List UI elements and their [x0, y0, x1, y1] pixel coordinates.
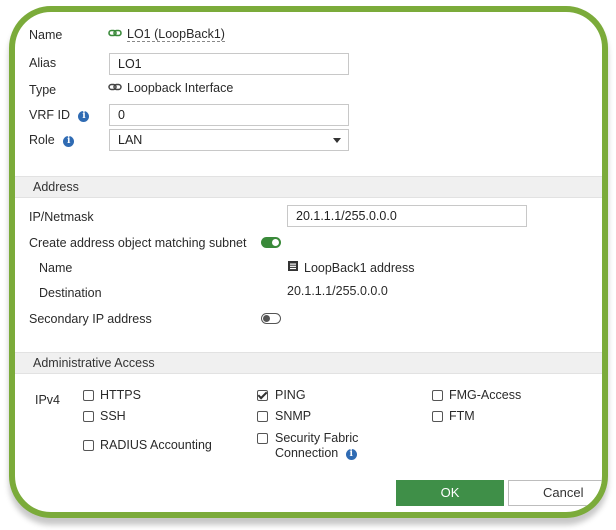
address-object-name-label: Name	[39, 261, 73, 275]
role-select[interactable]: LAN	[109, 129, 349, 151]
snmp-label: SNMP	[275, 409, 312, 423]
ok-button[interactable]: OK	[396, 480, 504, 506]
dialog-frame: Name LO1 (LoopBack1) Alias LO1 Type Loop…	[9, 6, 608, 518]
destination-label: Destination	[39, 286, 102, 300]
ip-netmask-input[interactable]: 20.1.1.1/255.0.0.0	[287, 205, 527, 227]
secondary-ip-toggle[interactable]	[261, 313, 281, 324]
info-icon[interactable]: i	[345, 449, 357, 460]
ipv4-label: IPv4	[35, 393, 61, 407]
dropdown-arrow-icon	[333, 138, 341, 143]
ping-label: PING	[275, 388, 306, 402]
type-value: Loopback Interface	[127, 81, 234, 95]
ping-checkbox[interactable]	[257, 390, 268, 401]
ssh-checkbox[interactable]	[83, 411, 94, 422]
info-icon[interactable]: i	[78, 111, 90, 122]
radius-accounting-label: RADIUS Accounting	[100, 438, 212, 452]
info-icon[interactable]: i	[63, 136, 75, 147]
destination-value: 20.1.1.1/255.0.0.0	[287, 284, 388, 298]
security-fabric-checkbox[interactable]	[257, 433, 268, 444]
security-fabric-label: Security Fabric	[275, 431, 359, 445]
create-address-object-toggle[interactable]	[261, 237, 281, 248]
type-label: Type	[29, 83, 57, 97]
vrf-id-input[interactable]: 0	[109, 104, 349, 126]
administrative-access-header: Administrative Access	[15, 352, 602, 374]
name-label: Name	[29, 28, 63, 42]
ftm-checkbox[interactable]	[432, 411, 443, 422]
cancel-button[interactable]: Cancel	[508, 480, 602, 506]
ftm-label: FTM	[449, 409, 475, 423]
ip-netmask-label: IP/Netmask	[29, 210, 94, 224]
alias-input[interactable]: LO1	[109, 53, 349, 75]
radius-accounting-checkbox[interactable]	[83, 440, 94, 451]
role-label: Role i	[29, 133, 75, 147]
alias-label: Alias	[29, 56, 57, 70]
vrf-id-label-text: VRF ID	[29, 108, 70, 122]
security-fabric-label-line2-text: Connection	[275, 446, 339, 460]
fmg-access-checkbox[interactable]	[432, 390, 443, 401]
create-address-object-label: Create address object matching subnet	[29, 236, 247, 250]
link-icon	[108, 26, 122, 43]
role-select-value: LAN	[118, 133, 143, 147]
address-section-header: Address	[15, 176, 602, 198]
ssh-label: SSH	[100, 409, 126, 423]
https-label: HTTPS	[100, 388, 141, 402]
snmp-checkbox[interactable]	[257, 411, 268, 422]
secondary-ip-label: Secondary IP address	[29, 312, 152, 326]
role-label-text: Role	[29, 133, 55, 147]
vrf-id-label: VRF ID i	[29, 108, 90, 122]
interface-name-link[interactable]: LO1 (LoopBack1)	[127, 27, 225, 42]
address-object-name-value: LoopBack1 address	[304, 261, 415, 275]
https-checkbox[interactable]	[83, 390, 94, 401]
fmg-access-label: FMG-Access	[449, 388, 522, 402]
interface-edit-form: Name LO1 (LoopBack1) Alias LO1 Type Loop…	[15, 12, 602, 512]
link-icon	[108, 80, 122, 97]
address-object-icon	[287, 260, 299, 275]
security-fabric-label-line2: Connection i	[275, 446, 357, 460]
